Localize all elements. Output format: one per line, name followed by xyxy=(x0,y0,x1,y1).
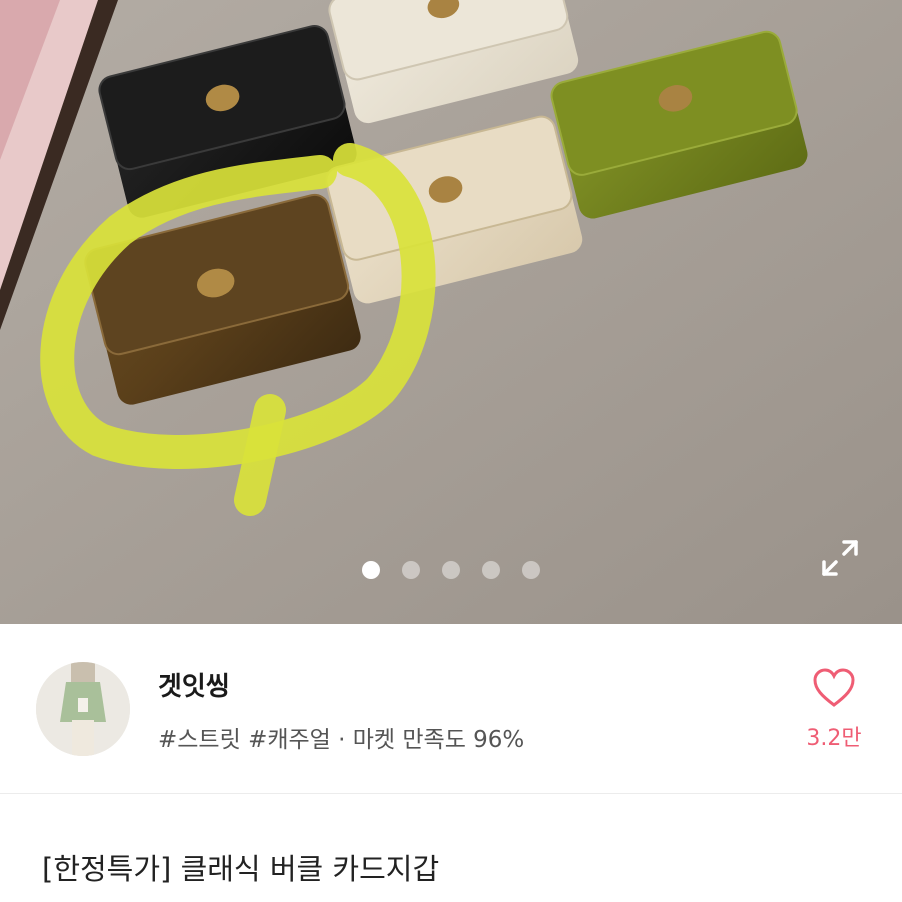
like-count: 3.2만 xyxy=(806,726,862,751)
seller-section: 겟잇씽 #스트릿 #캐주얼 · 마켓 만족도 96% 3.2만 xyxy=(0,624,902,794)
seller-name[interactable]: 겟잇씽 xyxy=(158,666,230,703)
product-title: [한정특가] 클래식 버클 카드지갑 xyxy=(42,852,440,886)
seller-tags: #스트릿 #캐주얼 · 마켓 만족도 96% xyxy=(158,727,525,753)
image-pagination xyxy=(0,561,902,581)
seller-avatar-image xyxy=(36,662,130,756)
product-image[interactable] xyxy=(0,0,902,624)
expand-button[interactable] xyxy=(818,536,862,580)
like-button[interactable]: 3.2만 xyxy=(792,668,876,754)
product-photo xyxy=(0,0,902,624)
avatar[interactable] xyxy=(36,662,130,756)
pagination-dot-1[interactable] xyxy=(362,561,380,579)
pagination-dot-2[interactable] xyxy=(402,561,420,579)
pagination-dot-4[interactable] xyxy=(482,561,500,579)
expand-icon xyxy=(822,540,858,576)
pagination-dot-5[interactable] xyxy=(522,561,540,579)
pagination-dot-3[interactable] xyxy=(442,561,460,579)
heart-icon xyxy=(813,668,855,707)
